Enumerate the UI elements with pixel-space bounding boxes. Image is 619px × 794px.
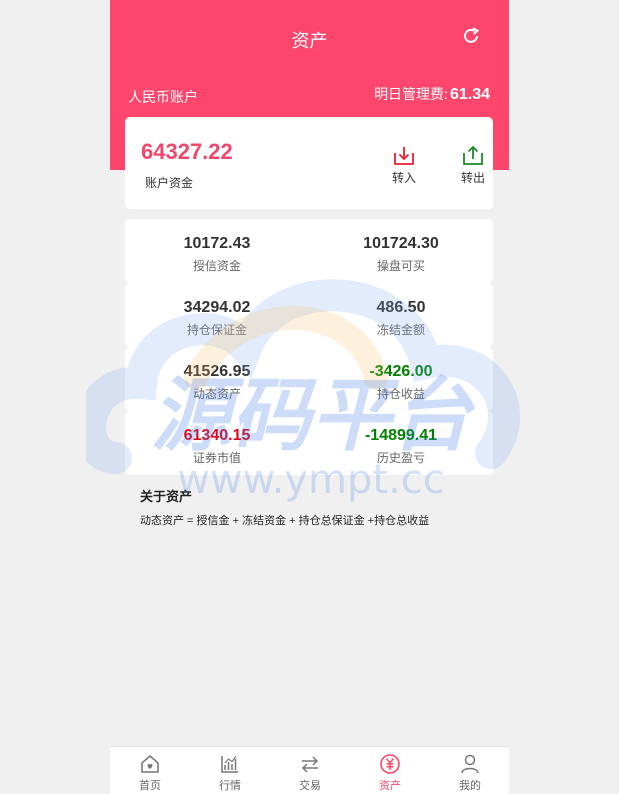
- transfer-in-label: 转入: [391, 171, 416, 185]
- bottom-tab-bar: 首页 行情 交易 资产 我的: [110, 746, 509, 794]
- stat-label: 证券市值: [192, 451, 241, 465]
- tab-label: 我的: [459, 780, 481, 792]
- user-icon: [461, 754, 479, 774]
- stat-label: 持仓收益: [376, 387, 425, 401]
- transfer-out-button[interactable]: 转出: [453, 145, 493, 186]
- balance-label: 账户资金: [145, 176, 194, 190]
- balance-card: 64327.22 账户资金 转入 转出: [125, 117, 493, 209]
- tab-label: 行情: [219, 780, 241, 792]
- stat-value: -3426.00: [369, 363, 433, 380]
- tab-assets[interactable]: 资产: [350, 747, 430, 794]
- stat-row-margin: 34294.02 持仓保证金 486.50 冻结金额: [125, 283, 493, 347]
- stat-label: 动态资产: [192, 387, 241, 401]
- fee-label: 明日管理费:: [374, 86, 448, 102]
- app-screen: 资产 人民币账户 明日管理费: 61.34 64327.22 账户资金 转入 转…: [110, 0, 509, 794]
- tab-market[interactable]: 行情: [190, 747, 270, 794]
- tab-trade[interactable]: 交易: [270, 747, 350, 794]
- stat-value: -14899.41: [364, 427, 438, 444]
- stat-position-margin: 34294.02 持仓保证金: [125, 283, 309, 347]
- stat-market-value: 61340.15 证券市值: [125, 411, 309, 475]
- tab-label: 交易: [299, 780, 321, 792]
- chart-icon: [221, 756, 238, 773]
- swap-icon: [301, 756, 319, 773]
- fee-value: 61.34: [449, 86, 490, 103]
- account-label: 人民币账户: [128, 89, 198, 105]
- management-fee: 明日管理费: 61.34: [374, 84, 490, 104]
- stat-row-dynamic: 41526.95 动态资产 -3426.00 持仓收益: [125, 347, 493, 411]
- page-title: 资产: [291, 31, 328, 51]
- stat-history-profit: -14899.41 历史盈亏: [309, 411, 493, 475]
- stat-row-market: 61340.15 证券市值 -14899.41 历史盈亏: [125, 411, 493, 475]
- home-icon: [141, 755, 159, 773]
- about-formula: 动态资产 = 授信金 + 冻结资金 + 持仓总保证金 +持仓总收益: [140, 515, 430, 527]
- tab-label: 首页: [139, 780, 161, 792]
- stat-label: 历史盈亏: [376, 451, 425, 465]
- stat-frozen-amount: 486.50 冻结金额: [309, 283, 493, 347]
- stat-label: 持仓保证金: [186, 323, 247, 337]
- tab-label: 资产: [379, 780, 401, 792]
- balance-amount: 64327.22: [141, 139, 233, 164]
- download-icon: [394, 147, 414, 165]
- stat-label: 授信资金: [192, 259, 241, 273]
- stat-value: 34294.02: [183, 299, 251, 316]
- transfer-out-label: 转出: [460, 171, 485, 185]
- stat-value: 101724.30: [363, 235, 439, 252]
- stat-value: 10172.43: [183, 235, 251, 252]
- stat-label: 冻结金额: [376, 323, 425, 337]
- stat-label: 操盘可买: [376, 259, 425, 273]
- tab-mine[interactable]: 我的: [430, 747, 510, 794]
- stat-buyable: 101724.30 操盘可买: [309, 219, 493, 283]
- stat-value: 486.50: [376, 299, 426, 316]
- refresh-icon[interactable]: [461, 26, 481, 46]
- tab-home[interactable]: 首页: [110, 747, 190, 794]
- stat-value: 41526.95: [183, 363, 251, 380]
- stat-value: 61340.15: [183, 427, 251, 444]
- stat-row-credit: 10172.43 授信资金 101724.30 操盘可买: [125, 219, 493, 283]
- transfer-in-button[interactable]: 转入: [384, 145, 424, 186]
- about-title: 关于资产: [140, 489, 193, 504]
- stat-dynamic-assets: 41526.95 动态资产: [125, 347, 309, 411]
- stat-credit-funds: 10172.43 授信资金: [125, 219, 309, 283]
- yuan-icon: [380, 754, 400, 774]
- upload-icon: [463, 145, 483, 165]
- stat-position-profit: -3426.00 持仓收益: [309, 347, 493, 411]
